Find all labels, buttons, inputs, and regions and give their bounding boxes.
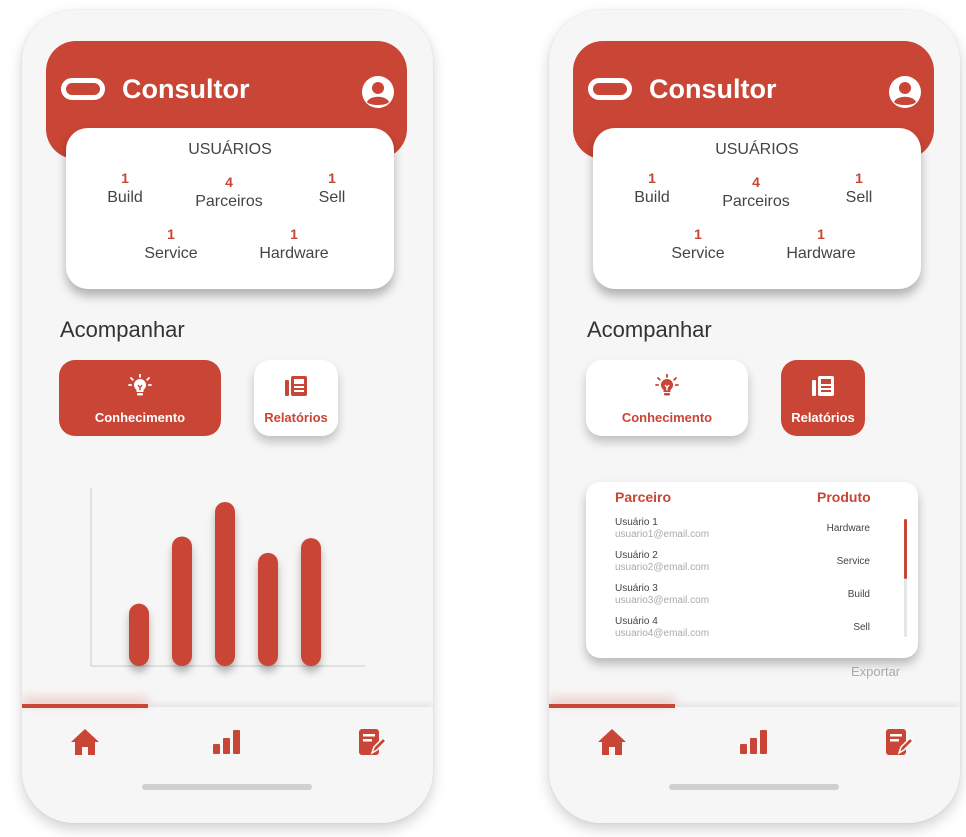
row-user-name: Usuário 2	[615, 550, 658, 561]
stat-hardware: 1 Hardware	[786, 226, 856, 262]
export-link[interactable]: Exportar	[851, 664, 900, 679]
conhecimento-button[interactable]: Conhecimento	[586, 360, 748, 436]
row-product: Service	[836, 556, 870, 567]
report-icon	[285, 376, 307, 396]
column-header-produto: Produto	[817, 489, 871, 505]
row-user-name: Usuário 4	[615, 616, 658, 627]
stat-build: 1 Build	[634, 170, 670, 206]
row-user-email: usuario4@email.com	[615, 628, 710, 639]
conhecimento-button[interactable]: Conhecimento	[59, 360, 221, 436]
row-user-name: Usuário 1	[615, 517, 658, 528]
bar-chart-icon[interactable]	[739, 727, 769, 757]
edit-note-icon[interactable]	[356, 727, 386, 757]
chart-bar-3	[215, 502, 235, 666]
users-stats-card: USUÁRIOS 1 Build 4 Parceiros 1 Sell 1 Se…	[593, 128, 921, 289]
row-user-email: usuario3@email.com	[615, 595, 710, 606]
bottom-nav	[549, 704, 960, 823]
stat-sell: 1 Sell	[318, 170, 346, 206]
conhecimento-label: Conhecimento	[621, 410, 713, 425]
column-header-parceiro: Parceiro	[615, 489, 672, 505]
chart-bar-2	[172, 536, 192, 666]
bottom-nav	[22, 704, 433, 823]
stat-service: 1 Service	[671, 226, 725, 262]
report-icon	[812, 376, 834, 396]
relatorios-label: Relatórios	[791, 410, 855, 425]
relatorios-button[interactable]: Relatórios	[254, 360, 338, 436]
user-avatar-icon[interactable]	[889, 76, 921, 108]
row-user-name: Usuário 3	[615, 583, 658, 594]
stat-hardware: 1 Hardware	[259, 226, 329, 262]
row-product: Sell	[853, 622, 870, 633]
lightbulb-icon	[655, 374, 679, 396]
nav-active-indicator	[549, 704, 675, 708]
logo-icon	[588, 78, 632, 100]
row-product: Build	[847, 589, 870, 600]
partners-table: Parceiro Produto Usuário 1 usuario1@emai…	[586, 482, 918, 658]
section-title: Acompanhar	[60, 317, 185, 342]
app-title: Consultor	[122, 74, 250, 104]
bar-chart	[90, 488, 365, 667]
logo-icon	[61, 78, 105, 100]
section-title: Acompanhar	[587, 317, 712, 342]
stats-title: USUÁRIOS	[188, 141, 272, 158]
chart-bar-4	[258, 552, 278, 666]
edit-note-icon[interactable]	[883, 727, 913, 757]
stat-build: 1 Build	[107, 170, 143, 206]
chart-bar-1	[129, 603, 149, 666]
relatorios-button[interactable]: Relatórios	[781, 360, 865, 436]
conhecimento-label: Conhecimento	[94, 410, 186, 425]
stat-parceiros: 4 Parceiros	[195, 174, 263, 210]
home-icon[interactable]	[70, 727, 100, 757]
bar-chart-icon[interactable]	[212, 727, 242, 757]
stat-sell: 1 Sell	[845, 170, 873, 206]
row-product: Hardware	[826, 523, 870, 534]
home-indicator	[142, 784, 312, 790]
nav-active-indicator	[22, 704, 148, 708]
home-icon[interactable]	[597, 727, 627, 757]
lightbulb-icon	[128, 374, 152, 396]
relatorios-label: Relatórios	[264, 410, 328, 425]
row-user-email: usuario2@email.com	[615, 562, 710, 573]
app-title: Consultor	[649, 74, 777, 104]
phone-screen-dashboard-reports: Consultor USUÁRIOS 1 Build 4 Parceiros 1…	[549, 10, 960, 823]
row-user-email: usuario1@email.com	[615, 529, 710, 540]
phone-screen-dashboard-chart: Consultor USUÁRIOS 1 Build 4 Parceiros 1…	[22, 10, 433, 823]
stat-parceiros: 4 Parceiros	[722, 174, 790, 210]
stat-service: 1 Service	[144, 226, 198, 262]
stats-title: USUÁRIOS	[715, 141, 799, 158]
user-avatar-icon[interactable]	[362, 76, 394, 108]
table-scrollbar-thumb[interactable]	[904, 519, 907, 579]
home-indicator	[669, 784, 839, 790]
chart-bar-5	[301, 538, 321, 666]
users-stats-card: USUÁRIOS 1 Build 4 Parceiros 1 Sell 1 Se…	[66, 128, 394, 289]
